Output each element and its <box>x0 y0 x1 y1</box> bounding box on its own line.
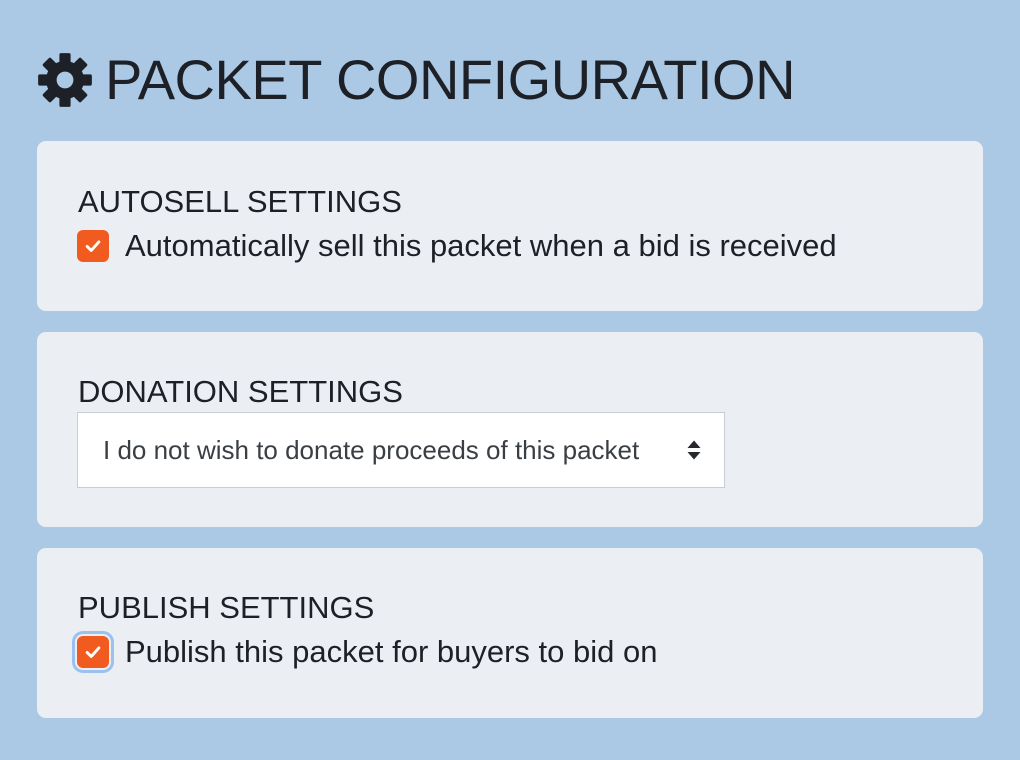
publish-settings-title: PUBLISH SETTINGS <box>78 590 375 625</box>
select-updown-icon <box>687 440 701 460</box>
gear-icon <box>38 53 92 107</box>
publish-settings-card: PUBLISH SETTINGS Publish this packet for… <box>37 548 983 718</box>
donation-select[interactable]: I do not wish to donate proceeds of this… <box>77 412 725 488</box>
checkmark-icon <box>85 646 101 658</box>
publish-option: Publish this packet for buyers to bid on <box>77 634 657 670</box>
autosell-checkbox[interactable] <box>77 230 109 262</box>
publish-checkbox[interactable] <box>77 636 109 668</box>
autosell-option: Automatically sell this packet when a bi… <box>77 228 837 264</box>
donation-settings-card: DONATION SETTINGS I do not wish to donat… <box>37 332 983 527</box>
autosell-settings-title: AUTOSELL SETTINGS <box>78 184 402 219</box>
page-header: PACKET CONFIGURATION <box>37 48 796 112</box>
publish-checkbox-label[interactable]: Publish this packet for buyers to bid on <box>125 634 657 670</box>
checkmark-icon <box>85 240 101 252</box>
autosell-settings-card: AUTOSELL SETTINGS Automatically sell thi… <box>37 141 983 311</box>
donation-select-value: I do not wish to donate proceeds of this… <box>103 434 640 465</box>
autosell-checkbox-label[interactable]: Automatically sell this packet when a bi… <box>125 228 837 264</box>
donation-settings-title: DONATION SETTINGS <box>78 374 403 409</box>
page-title: PACKET CONFIGURATION <box>105 48 796 111</box>
